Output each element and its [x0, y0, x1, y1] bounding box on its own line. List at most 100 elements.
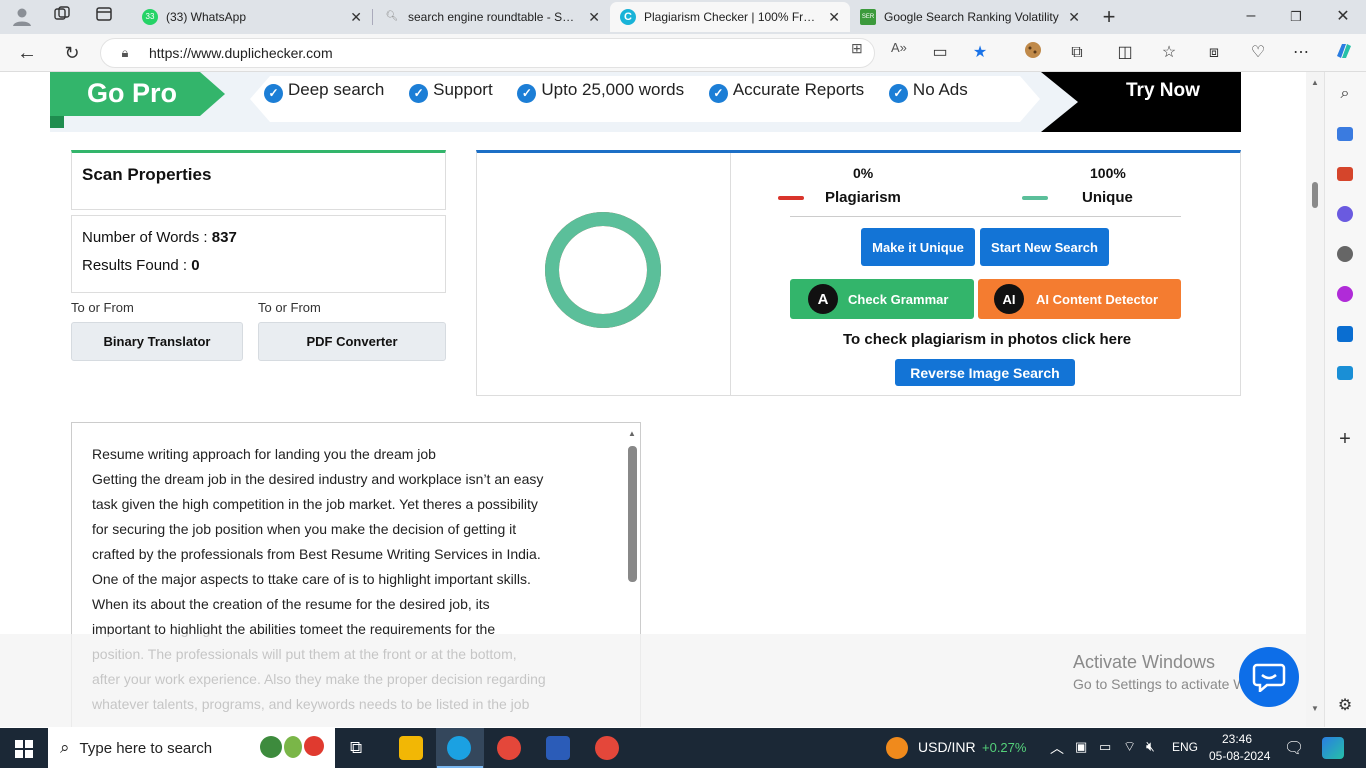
- clock-date[interactable]: 05-08-2024: [1209, 749, 1270, 763]
- profile-icon[interactable]: [10, 5, 34, 35]
- address-bar[interactable]: 🔒︎ https://www.duplichecker.com ⊞ A»: [100, 38, 907, 68]
- performance-icon[interactable]: ♡: [1246, 41, 1270, 65]
- designer-icon[interactable]: [1337, 286, 1353, 302]
- search-icon: ⌕: [60, 738, 70, 757]
- battery-icon[interactable]: ▭: [1099, 739, 1111, 755]
- favorites-icon[interactable]: ☆: [1157, 41, 1181, 65]
- currency-widget-icon[interactable]: [886, 737, 908, 759]
- notifications-icon[interactable]: 🗨︎: [1284, 738, 1304, 758]
- copilot-icon[interactable]: [1332, 40, 1356, 70]
- workspaces-icon[interactable]: [50, 5, 74, 31]
- add-icon[interactable]: +: [1333, 427, 1357, 451]
- volume-muted-icon[interactable]: 🔇︎: [1146, 738, 1155, 755]
- start-new-search-button[interactable]: Start New Search: [980, 228, 1109, 266]
- reverse-image-search-button[interactable]: Reverse Image Search: [895, 359, 1075, 386]
- currency-pair[interactable]: USD/INR: [918, 739, 976, 755]
- outlook-icon[interactable]: [1337, 326, 1353, 342]
- results-found: Results Found : 0: [82, 257, 200, 274]
- settings-gear-icon[interactable]: ⚙: [1333, 694, 1357, 718]
- address-bar-row: ← ↻ 🔒︎ https://www.duplichecker.com ⊞ A»…: [0, 34, 1366, 72]
- clock-time[interactable]: 23:46: [1222, 732, 1252, 746]
- check-grammar-label[interactable]: Check Grammar: [848, 292, 948, 307]
- tools-icon[interactable]: [1337, 167, 1353, 181]
- extensions-icon[interactable]: ⧉: [1065, 41, 1089, 65]
- search-icon: 🔍︎: [385, 11, 399, 22]
- collections-icon[interactable]: ⧈: [1202, 41, 1226, 65]
- ser-icon: SER: [860, 9, 876, 25]
- device-icon[interactable]: ▣: [1075, 739, 1087, 755]
- lock-icon: 🔒︎: [121, 45, 129, 60]
- ai-content-detector-label[interactable]: AI Content Detector: [1036, 292, 1158, 307]
- favorite-star-icon[interactable]: ★: [968, 41, 992, 65]
- tab-search[interactable]: 🔍︎ search engine roundtable - Search ✕: [374, 2, 610, 32]
- chat-support-button[interactable]: [1239, 647, 1299, 707]
- check-grammar-button[interactable]: A Check Grammar: [790, 279, 974, 319]
- scroll-up-icon[interactable]: ▲: [628, 429, 636, 438]
- pdf-converter-button[interactable]: PDF Converter: [258, 322, 446, 361]
- chrome-profile-icon[interactable]: [595, 736, 619, 760]
- apps-icon[interactable]: ⊞: [851, 40, 863, 57]
- people-icon[interactable]: [1337, 246, 1353, 262]
- send-icon[interactable]: [1337, 366, 1353, 380]
- page-scrollbar-thumb[interactable]: [1312, 182, 1318, 208]
- tab-ranking[interactable]: SER Google Search Ranking Volatility ✕: [850, 2, 1090, 32]
- refresh-icon[interactable]: ↻: [60, 41, 84, 65]
- more-menu-icon[interactable]: ⋯: [1289, 41, 1313, 65]
- immersive-reader-icon[interactable]: ▭: [928, 41, 952, 65]
- close-window-icon[interactable]: ✕: [1331, 5, 1355, 29]
- page-scrollbar[interactable]: ▲ ▼: [1306, 72, 1324, 727]
- go-pro-badge[interactable]: Go Pro: [50, 72, 225, 116]
- tab-whatsapp[interactable]: 33 (33) WhatsApp ✕: [132, 2, 372, 32]
- go-pro-label[interactable]: Go Pro: [87, 78, 177, 109]
- task-view-icon[interactable]: ⧉: [350, 738, 362, 758]
- binary-translator-button[interactable]: Binary Translator: [71, 322, 243, 361]
- copilot-taskbar-icon[interactable]: [1322, 737, 1344, 759]
- close-icon[interactable]: ✕: [1068, 9, 1080, 26]
- restore-icon[interactable]: ❐: [1284, 5, 1308, 29]
- ai-content-detector-button[interactable]: AI AI Content Detector: [978, 279, 1181, 319]
- edge-icon[interactable]: [447, 736, 471, 760]
- feature-deep-search: Deep search: [288, 80, 385, 99]
- check-icon: ✓: [517, 84, 537, 103]
- windows-start-icon[interactable]: [15, 740, 33, 763]
- textarea-scrollbar-thumb[interactable]: [628, 446, 637, 582]
- try-now-label[interactable]: Try Now: [1126, 80, 1200, 102]
- uniqueness-donut-chart: [545, 212, 661, 328]
- tab-plagiarism[interactable]: C Plagiarism Checker | 100% Free a ✕: [610, 2, 850, 32]
- chrome-icon[interactable]: [497, 736, 521, 760]
- cookie-extension-icon[interactable]: [1021, 41, 1045, 67]
- scroll-down-icon[interactable]: ▼: [1311, 704, 1319, 713]
- games-icon[interactable]: [1337, 206, 1353, 222]
- taskbar-search-placeholder[interactable]: Type here to search: [80, 740, 213, 757]
- go-pro-banner: Go Pro ✓ Deep search ✓ Support ✓ Upto 25,00…: [50, 72, 1241, 132]
- text-line: Resume writing approach for landing you …: [92, 446, 436, 462]
- taskbar-search-box[interactable]: ⌕ Type here to search: [48, 728, 335, 768]
- to-from-label: To or From: [71, 300, 134, 315]
- minimize-icon[interactable]: –: [1239, 4, 1263, 28]
- try-now-button[interactable]: Try Now: [1041, 72, 1241, 132]
- text-line: When its about the creation of the resum…: [92, 596, 490, 612]
- read-aloud-icon[interactable]: A»: [891, 40, 907, 55]
- close-icon[interactable]: ✕: [588, 9, 600, 26]
- text-line: Getting the dream job in the desired ind…: [92, 471, 544, 487]
- to-from-label: To or From: [258, 300, 321, 315]
- language-indicator[interactable]: ENG: [1172, 740, 1198, 754]
- currency-change: +0.27%: [982, 740, 1027, 755]
- new-tab-icon[interactable]: +: [1097, 5, 1121, 29]
- tab-actions-icon[interactable]: [92, 5, 116, 31]
- url-text[interactable]: https://www.duplichecker.com: [149, 45, 333, 61]
- close-icon[interactable]: ✕: [828, 9, 840, 26]
- wifi-icon[interactable]: ⌔: [1123, 738, 1136, 756]
- word-icon[interactable]: [546, 736, 570, 760]
- feature-no-ads: No Ads: [912, 80, 968, 99]
- split-screen-icon[interactable]: ◫: [1113, 41, 1137, 65]
- shopping-icon[interactable]: [1337, 127, 1353, 141]
- scroll-up-icon[interactable]: ▲: [1311, 78, 1319, 87]
- search-icon[interactable]: ⌕: [1333, 82, 1357, 106]
- file-explorer-icon[interactable]: [399, 736, 423, 760]
- show-hidden-icons-icon[interactable]: ︿: [1050, 738, 1064, 758]
- word-count-label: Number of Words :: [82, 229, 212, 246]
- back-icon[interactable]: ←: [15, 41, 39, 65]
- make-it-unique-button[interactable]: Make it Unique: [861, 228, 975, 266]
- close-icon[interactable]: ✕: [350, 9, 362, 26]
